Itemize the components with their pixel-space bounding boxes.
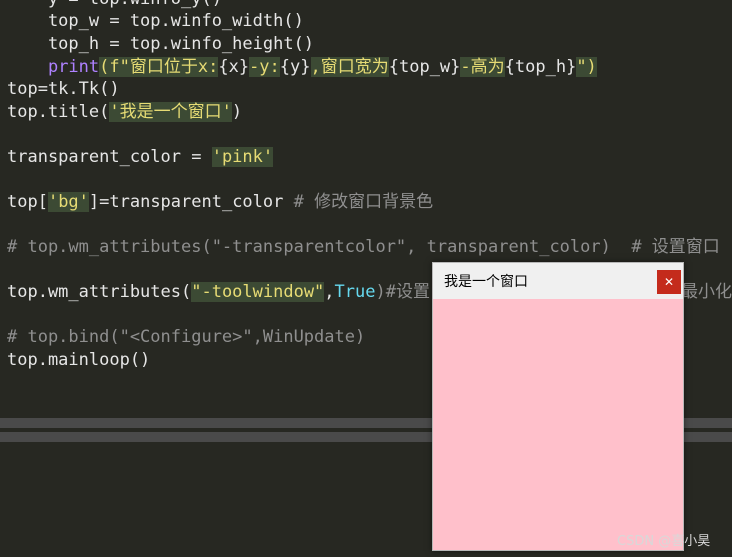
tk-window-body bbox=[433, 299, 683, 550]
tk-titlebar[interactable]: 我是一个窗口 ✕ bbox=[433, 263, 683, 299]
code-line-comment: # top.wm_attributes("-transparentcolor",… bbox=[7, 237, 720, 257]
code-line-print: print(f"窗口位于x:{x}-y:{y},窗口宽为{top_w}-高为{t… bbox=[47, 57, 597, 77]
fstring-open: (f" bbox=[99, 57, 130, 77]
code-line: top_w = top.winfo_width() bbox=[7, 11, 304, 31]
code-line: top.wm_attributes("-toolwindow",True)#设置… bbox=[7, 282, 732, 302]
code-line: top.title('我是一个窗口') bbox=[7, 102, 243, 122]
code-line-comment: # top.bind("<Configure>",WinUpdate) bbox=[7, 327, 366, 347]
close-icon: ✕ bbox=[663, 275, 675, 289]
code-line: y = top.winfo_y() bbox=[7, 0, 222, 10]
code-line: top['bg']=transparent_color # 修改窗口背景色 bbox=[7, 192, 434, 212]
close-button[interactable]: ✕ bbox=[657, 270, 681, 294]
tk-window-title: 我是一个窗口 bbox=[444, 274, 528, 290]
tk-window[interactable]: 我是一个窗口 ✕ bbox=[432, 262, 684, 551]
code-line: top_h = top.winfo_height() bbox=[7, 34, 315, 54]
code-line: transparent_color = 'pink' bbox=[7, 147, 274, 167]
code-line: top.mainloop() bbox=[7, 350, 151, 370]
code-line: top=tk.Tk() bbox=[7, 79, 120, 99]
watermark: CSDN @喜小昊 bbox=[617, 534, 711, 549]
